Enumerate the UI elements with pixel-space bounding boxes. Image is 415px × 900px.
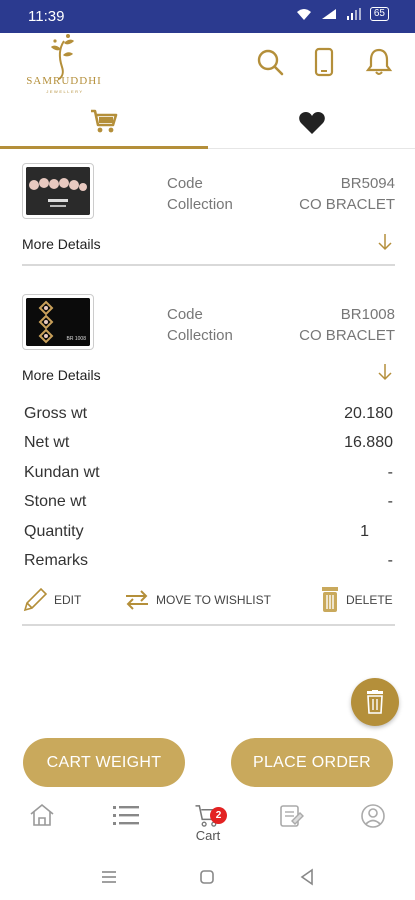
detail-value: - xyxy=(387,493,393,510)
detail-value: - xyxy=(387,552,393,569)
arrow-down-icon[interactable] xyxy=(377,233,393,251)
tab-wishlist[interactable] xyxy=(208,97,415,149)
nav-categories[interactable] xyxy=(106,803,146,843)
detail-label: Quantity xyxy=(24,523,84,540)
edit-label: EDIT xyxy=(54,593,82,607)
app-header: SAMRUDDHI JEWELLERY xyxy=(0,33,415,97)
edit-button[interactable]: EDIT xyxy=(22,584,81,616)
thumb-caption: BR 1008 xyxy=(66,336,86,342)
more-details-link[interactable]: More Details xyxy=(22,236,101,252)
detail-row: Kundan wt - xyxy=(24,464,393,492)
tab-bar xyxy=(0,97,415,149)
tab-cart[interactable] xyxy=(0,97,208,149)
collection-label: Collection xyxy=(167,327,233,344)
bell-icon[interactable] xyxy=(364,47,394,77)
search-icon[interactable] xyxy=(255,47,285,77)
detail-value: 20.180 xyxy=(344,405,393,422)
volte-icon xyxy=(321,9,336,19)
collection-value: CO BRACLET xyxy=(299,196,395,213)
bracelet-image-icon xyxy=(26,167,90,215)
delete-label: DELETE xyxy=(346,593,393,607)
back-icon[interactable] xyxy=(297,867,317,887)
product-thumbnail[interactable]: BR 1008 xyxy=(22,294,94,350)
orders-icon xyxy=(280,805,304,827)
recents-icon[interactable] xyxy=(99,867,119,887)
nav-home[interactable] xyxy=(22,803,62,843)
detail-value: 1 xyxy=(360,523,369,540)
cart-weight-button[interactable]: CART WEIGHT xyxy=(23,738,185,787)
move-to-wishlist-button[interactable]: MOVE TO WISHLIST xyxy=(124,584,271,616)
move-to-wishlist-label: MOVE TO WISHLIST xyxy=(156,593,271,607)
brand-name: SAMRUDDHI xyxy=(26,75,102,87)
cart-count-badge: 2 xyxy=(210,807,227,824)
trash-icon xyxy=(322,587,338,612)
cart-item: BR 1008 Code BR1008 Collection CO BRACLE… xyxy=(22,294,395,394)
heart-icon xyxy=(298,112,325,134)
nav-profile[interactable] xyxy=(353,803,393,843)
collection-value: CO BRACLET xyxy=(299,327,395,344)
code-value: BR1008 xyxy=(340,306,395,323)
status-bar: 11:39 65 xyxy=(0,0,415,33)
swap-icon xyxy=(126,590,148,610)
nav-orders[interactable] xyxy=(271,803,311,843)
detail-row: Remarks - xyxy=(24,552,393,580)
home-button-icon[interactable] xyxy=(197,867,217,887)
detail-label: Kundan wt xyxy=(24,464,100,481)
cart-item: Code BR5094 Collection CO BRACLET More D… xyxy=(22,163,395,263)
detail-value: 16.880 xyxy=(344,434,393,451)
system-nav-bar xyxy=(0,855,415,900)
nav-cart-label: Cart xyxy=(195,828,221,843)
battery-icon: 65 xyxy=(369,7,389,21)
clear-cart-fab[interactable] xyxy=(351,678,399,726)
detail-row: Gross wt 20.180 xyxy=(24,405,393,433)
detail-label: Remarks xyxy=(24,552,89,569)
status-time: 11:39 xyxy=(28,8,65,25)
pencil-icon xyxy=(23,587,48,612)
wifi-icon xyxy=(296,9,311,20)
code-value: BR5094 xyxy=(340,175,395,192)
more-details-link[interactable]: More Details xyxy=(22,367,101,383)
arrow-down-icon[interactable] xyxy=(377,363,393,381)
bottom-nav: 2 Cart xyxy=(0,795,415,855)
detail-value: - xyxy=(387,464,393,481)
detail-row: Stone wt - xyxy=(24,493,393,521)
detail-label: Gross wt xyxy=(24,405,88,422)
user-icon xyxy=(361,804,385,828)
home-icon xyxy=(30,803,54,826)
detail-row: Net wt 16.880 xyxy=(24,434,393,462)
cart-icon xyxy=(91,109,118,132)
divider xyxy=(22,624,395,626)
detail-label: Stone wt xyxy=(24,493,87,510)
brand-tagline: JEWELLERY xyxy=(46,89,84,94)
code-label: Code xyxy=(167,306,203,323)
collection-label: Collection xyxy=(167,196,233,213)
trash-icon xyxy=(367,690,383,714)
status-icons: 65 xyxy=(296,7,389,21)
divider xyxy=(22,264,395,266)
phone-icon[interactable] xyxy=(309,47,339,77)
detail-row: Quantity 1 xyxy=(24,523,393,551)
item-actions: EDIT MOVE TO WISHLIST DELETE xyxy=(22,584,395,616)
place-order-button[interactable]: PLACE ORDER xyxy=(231,738,393,787)
detail-label: Net wt xyxy=(24,434,70,451)
nav-cart[interactable]: 2 Cart xyxy=(188,803,228,843)
code-label: Code xyxy=(167,175,203,192)
list-icon xyxy=(113,806,139,825)
product-thumbnail[interactable] xyxy=(22,163,94,219)
delete-button[interactable]: DELETE xyxy=(320,584,393,616)
signal-icon xyxy=(346,8,361,20)
